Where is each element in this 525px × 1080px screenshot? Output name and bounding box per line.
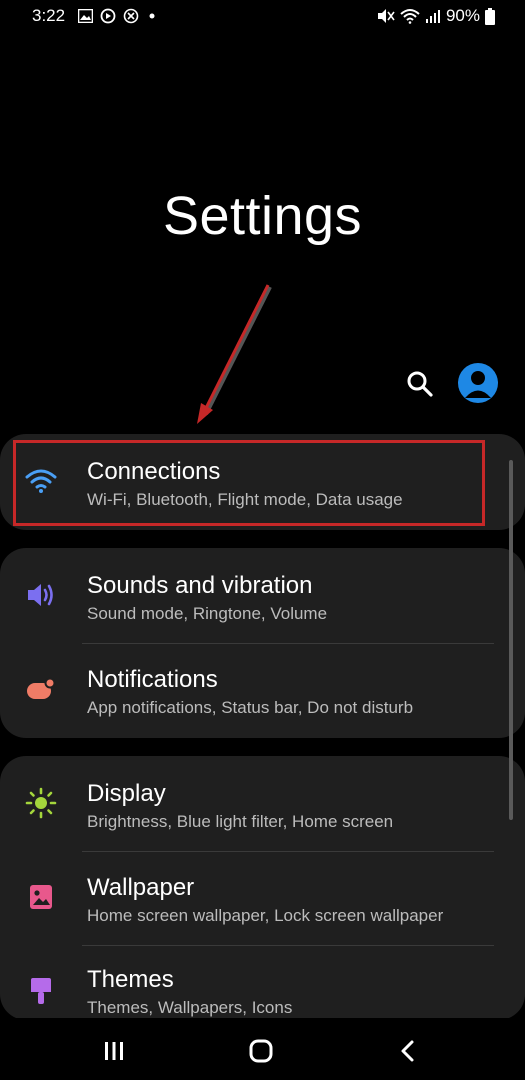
settings-item-subtitle: Brightness, Blue light filter, Home scre… xyxy=(87,812,394,831)
volume-icon xyxy=(24,578,58,612)
sun-icon xyxy=(24,786,58,820)
settings-item-title: Themes xyxy=(87,966,174,993)
back-icon xyxy=(401,1040,414,1062)
wifi-icon xyxy=(400,9,420,24)
settings-item-title: Notifications xyxy=(87,666,218,693)
account-icon xyxy=(465,371,491,398)
home-button[interactable] xyxy=(241,1036,281,1066)
search-icon xyxy=(407,371,433,397)
mute-icon xyxy=(377,9,395,23)
image-icon xyxy=(78,9,93,23)
close-circle-icon xyxy=(123,8,139,24)
dot-icon xyxy=(149,13,155,19)
settings-item-subtitle: App notifications, Status bar, Do not di… xyxy=(87,698,414,717)
recents-button[interactable] xyxy=(94,1036,134,1066)
status-right-icons: 90% xyxy=(377,6,495,26)
settings-item-title: Connections xyxy=(87,458,221,485)
status-bar: 3:22 90% xyxy=(0,0,525,34)
settings-item-subtitle: Wi-Fi, Bluetooth, Flight mode, Data usag… xyxy=(87,490,403,509)
settings-item-connections[interactable]: Connections Wi-Fi, Bluetooth, Flight mod… xyxy=(0,434,525,528)
brush-icon xyxy=(24,974,58,1008)
battery-icon xyxy=(485,7,495,25)
battery-percent: 90% xyxy=(445,6,480,25)
page-title: Settings xyxy=(162,186,363,246)
settings-item-display[interactable]: Display Brightness, Blue light filter, H… xyxy=(0,756,525,850)
sync-icon xyxy=(100,8,116,24)
back-button[interactable] xyxy=(388,1036,428,1066)
status-left-icons xyxy=(78,8,158,24)
account-avatar-button[interactable] xyxy=(458,363,498,403)
settings-item-title: Wallpaper xyxy=(87,874,195,901)
settings-item-sounds[interactable]: Sounds and vibration Sound mode, Rington… xyxy=(0,548,525,642)
settings-group-sounds: Sounds and vibration Sound mode, Rington… xyxy=(0,548,525,738)
signal-icon xyxy=(425,10,440,23)
recents-icon xyxy=(105,1042,123,1060)
settings-group-display: Display Brightness, Blue light filter, H… xyxy=(0,756,525,1020)
status-time: 3:22 xyxy=(32,6,66,25)
settings-item-subtitle: Home screen wallpaper, Lock screen wallp… xyxy=(87,906,444,925)
settings-item-title: Display xyxy=(87,780,166,807)
settings-item-notifications[interactable]: Notifications App notifications, Status … xyxy=(0,644,525,738)
notification-icon xyxy=(24,672,58,706)
scrollbar[interactable] xyxy=(509,460,513,820)
settings-item-title: Sounds and vibration xyxy=(87,572,313,599)
home-icon xyxy=(249,1039,273,1063)
settings-item-wallpaper[interactable]: Wallpaper Home screen wallpaper, Lock sc… xyxy=(0,852,525,946)
image-icon xyxy=(24,880,58,914)
settings-group-connections: Connections Wi-Fi, Bluetooth, Flight mod… xyxy=(0,434,525,530)
settings-item-subtitle: Themes, Wallpapers, Icons xyxy=(87,998,293,1017)
navigation-bar xyxy=(0,1018,525,1080)
wifi-icon xyxy=(24,464,58,498)
search-button[interactable] xyxy=(404,368,436,400)
settings-item-subtitle: Sound mode, Ringtone, Volume xyxy=(87,604,328,623)
